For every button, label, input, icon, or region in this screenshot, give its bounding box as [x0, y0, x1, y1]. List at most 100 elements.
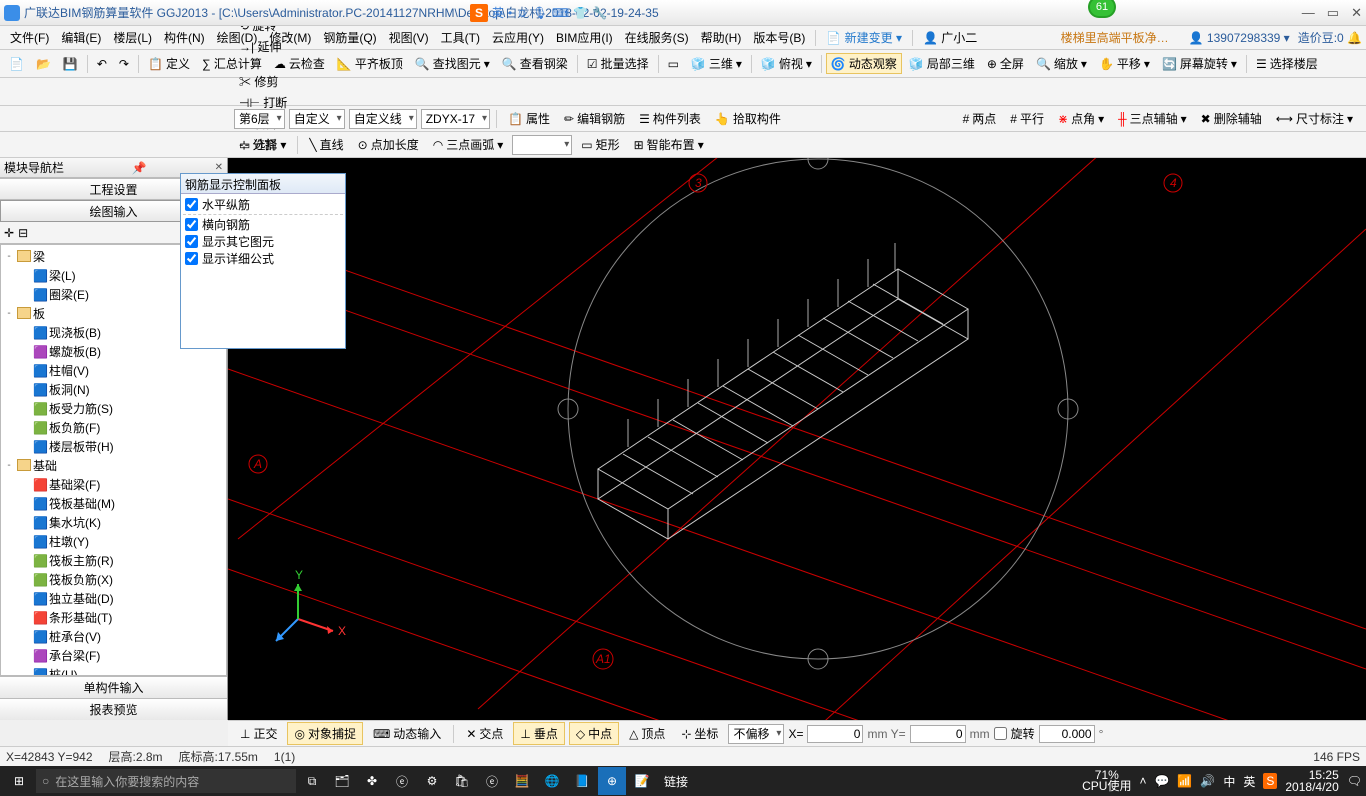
fan-icon[interactable]: ✤	[358, 767, 386, 795]
define-button[interactable]: 📋 定义	[143, 53, 195, 74]
task-view-icon[interactable]: ⧉	[298, 767, 326, 795]
screen-rotate-button[interactable]: 🔄 屏幕旋转 ▾	[1157, 53, 1242, 74]
menu-工具(T)[interactable]: 工具(T)	[435, 29, 486, 47]
ime-skin-icon[interactable]: 👕	[573, 6, 588, 20]
tree-桩(U)[interactable]: 🟦桩(U)	[1, 665, 226, 676]
menu-文件(F)[interactable]: 文件(F)	[4, 29, 55, 47]
select-button[interactable]: ▭ 选择 ▾	[234, 134, 291, 155]
close-button[interactable]: ✕	[1351, 5, 1362, 21]
open-icon[interactable]: 📂	[31, 55, 56, 73]
zoom-button[interactable]: 🔍 缩放 ▾	[1031, 53, 1092, 74]
chk-横向钢筋[interactable]: 横向钢筋	[183, 216, 343, 233]
select-floor-button[interactable]: ☰ 选择楼层	[1251, 53, 1323, 74]
tab-single-input[interactable]: 单构件输入	[0, 676, 227, 698]
redo-icon[interactable]: ↷	[114, 55, 134, 73]
user-label[interactable]: 👤 广小二	[917, 27, 983, 48]
floor-combo[interactable]: 第6层	[234, 109, 285, 129]
dynamic-view-button[interactable]: 🌀 动态观察	[826, 53, 902, 74]
cpu-meter[interactable]: 71%CPU使用	[1082, 770, 1131, 792]
tree-板受力筋(S)[interactable]: 🟩板受力筋(S)	[1, 399, 226, 418]
price-bean[interactable]: 造价豆:0 🔔	[1298, 29, 1362, 46]
ar three-point-arc-button[interactable]: ◠ 三点画弧 ▾	[428, 134, 509, 155]
intersection-button[interactable]: ✕ 交点	[460, 723, 509, 744]
point-angle-button[interactable]: ⋇ 点角 ▾	[1053, 108, 1109, 129]
maximize-button[interactable]: ▭	[1327, 5, 1339, 21]
minimize-button[interactable]: —	[1302, 5, 1315, 21]
offset-combo[interactable]: 不偏移	[728, 724, 784, 744]
menu-编辑(E)[interactable]: 编辑(E)	[55, 29, 107, 47]
tree-筏板主筋(R)[interactable]: 🟩筏板主筋(R)	[1, 551, 226, 570]
parallel-button[interactable]: # 平行	[1005, 108, 1049, 129]
notifications-icon[interactable]: 🗨	[1347, 774, 1362, 788]
tree-基础梁(F)[interactable]: 🟥基础梁(F)	[1, 475, 226, 494]
tree-柱墩(Y)[interactable]: 🟦柱墩(Y)	[1, 532, 226, 551]
3d-button[interactable]: 🧊 三维 ▾	[686, 53, 747, 74]
collapse-icon[interactable]: ⊟	[18, 226, 28, 240]
ime-dot[interactable]: •	[508, 6, 512, 20]
edit-延伸[interactable]: →| 延伸	[234, 36, 307, 57]
undo-icon[interactable]: ↶	[92, 55, 112, 73]
settings-icon[interactable]: ⚙	[418, 767, 446, 795]
rotate-checkbox[interactable]	[994, 727, 1007, 740]
ime-kbd-icon[interactable]: ⌨	[552, 6, 569, 20]
line-button[interactable]: ╲ 直线	[304, 134, 348, 155]
osnap-button[interactable]: ◎ 对象捕捉	[287, 722, 363, 745]
top-view-button[interactable]: 🧊 俯视 ▾	[756, 53, 817, 74]
3d-viewport[interactable]: 3 4 A A1	[228, 158, 1366, 720]
batch-select-button[interactable]: ☑ 批量选择	[582, 53, 654, 74]
smart-layout-button[interactable]: ⊞ 智能布置 ▾	[629, 134, 709, 155]
tree-柱帽(V)[interactable]: 🟦柱帽(V)	[1, 361, 226, 380]
menu-版本号(B)[interactable]: 版本号(B)	[747, 29, 811, 47]
ime-tool-icon[interactable]: 🔧	[592, 6, 607, 20]
ortho-button[interactable]: ⊥ 正交	[234, 723, 283, 744]
new-icon[interactable]: 📄	[4, 55, 29, 73]
tree-楼层板带(H)[interactable]: 🟦楼层板带(H)	[1, 437, 226, 456]
tree-承台梁(F)[interactable]: 🟪承台梁(F)	[1, 646, 226, 665]
word-icon[interactable]: 📘	[568, 767, 596, 795]
local-3d-button[interactable]: 🧊 局部三维	[904, 53, 980, 74]
coord-button[interactable]: ⊹ 坐标	[675, 723, 724, 744]
ime-lang[interactable]: 英	[492, 4, 504, 21]
dyn-input-button[interactable]: ⌨ 动态输入	[367, 723, 447, 744]
new-change-button[interactable]: 📄 新建变更 ▾	[820, 27, 908, 48]
network-icon[interactable]: 📶	[1177, 774, 1192, 788]
tree-条形基础(T)[interactable]: 🟥条形基础(T)	[1, 608, 226, 627]
app-task-icon[interactable]: ⊕	[598, 767, 626, 795]
stair-info[interactable]: 楼梯里高端平板净长是..	[1061, 29, 1181, 46]
pick-comp-button[interactable]: 👆 拾取构件	[710, 108, 786, 129]
tree-筏板负筋(X)[interactable]: 🟩筏板负筋(X)	[1, 570, 226, 589]
three-point-button[interactable]: ╫ 三点辅轴 ▾	[1113, 108, 1192, 129]
fullscreen-button[interactable]: ⊕ 全屏	[982, 53, 1029, 74]
dimension-button[interactable]: ⟷ 尺寸标注 ▾	[1271, 108, 1358, 129]
tree-桩承台(V)[interactable]: 🟦桩承台(V)	[1, 627, 226, 646]
chk-显示详细公式[interactable]: 显示详细公式	[183, 250, 343, 267]
menu-楼层(L)[interactable]: 楼层(L)	[107, 29, 158, 47]
menu-在线服务(S)[interactable]: 在线服务(S)	[619, 29, 695, 47]
rect-button[interactable]: ▭ 矩形	[576, 134, 624, 155]
tray-up-icon[interactable]: ˄	[1139, 774, 1146, 788]
point-length-button[interactable]: ⊙ 点加长度	[353, 134, 424, 155]
two-point-button[interactable]: # 两点	[958, 108, 1002, 129]
ime-smile-icon[interactable]: ☺	[516, 6, 528, 20]
tree-筏板基础(M)[interactable]: 🟦筏板基础(M)	[1, 494, 226, 513]
pan-button[interactable]: ✋ 平移 ▾	[1094, 53, 1155, 74]
view-steel-button[interactable]: 🔍 查看钢梁	[497, 53, 573, 74]
vertex-button[interactable]: △ 顶点	[623, 723, 671, 744]
line-combo[interactable]: 自定义线	[349, 109, 417, 129]
globe-icon[interactable]: 🌐	[538, 767, 566, 795]
rebar-display-panel[interactable]: 钢筋显示控制面板 水平纵筋 横向钢筋 显示其它图元 显示详细公式	[180, 173, 346, 349]
code-combo[interactable]: ZDYX-17	[421, 109, 490, 129]
ime-ch-icon[interactable]: 中	[1223, 773, 1235, 790]
tree-板洞(N)[interactable]: 🟦板洞(N)	[1, 380, 226, 399]
chk-显示其它图元[interactable]: 显示其它图元	[183, 233, 343, 250]
attr-button[interactable]: 📋 属性	[503, 108, 555, 129]
store-icon[interactable]: 🛍	[448, 767, 476, 795]
green-badge[interactable]: 61	[1088, 0, 1116, 18]
volume-icon[interactable]: 🔊	[1200, 774, 1215, 788]
tree-独立基础(D)[interactable]: 🟦独立基础(D)	[1, 589, 226, 608]
edge-icon[interactable]: ⓔ	[388, 767, 416, 795]
link-label[interactable]: 链接	[664, 773, 688, 790]
shape-combo[interactable]	[512, 135, 572, 155]
menu-视图(V)[interactable]: 视图(V)	[383, 29, 435, 47]
panel-title[interactable]: 钢筋显示控制面板	[181, 174, 345, 194]
